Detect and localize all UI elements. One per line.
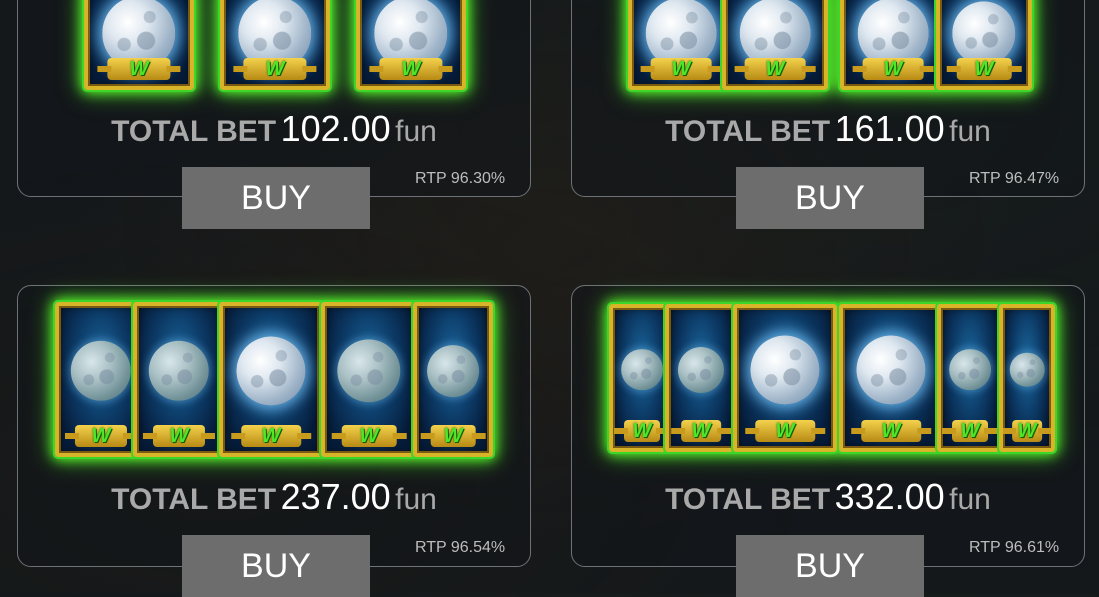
total-bet-label: TOTAL BET <box>665 483 831 516</box>
reel-strip-1: W W W <box>82 0 468 92</box>
currency-unit: fun <box>949 115 991 148</box>
moon-wild-icon: W <box>411 300 495 459</box>
reel-strip-4: W W W W W W <box>607 302 1057 454</box>
moon-wild-icon: W <box>319 300 419 459</box>
moon-wild-icon: W <box>82 0 196 92</box>
rtp-label-3: RTP 96.54% <box>415 539 506 556</box>
moon-wild-icon: W <box>354 0 468 92</box>
moon-wild-icon: W <box>626 0 736 92</box>
moon-wild-icon: W <box>935 302 1005 454</box>
total-bet-label: TOTAL BET <box>111 483 277 516</box>
total-bet-line: TOTAL BET 161.00 fun <box>571 108 1085 150</box>
total-bet-label: TOTAL BET <box>665 115 831 148</box>
total-bet-amount: 102.00 <box>280 108 391 149</box>
moon-wild-icon: W <box>838 0 948 92</box>
total-bet-amount: 332.00 <box>834 476 945 517</box>
currency-unit: fun <box>949 483 991 516</box>
buy-button-2[interactable]: BUY <box>736 167 924 229</box>
moon-wild-icon: W <box>934 0 1034 92</box>
total-bet-amount: 161.00 <box>834 108 945 149</box>
buy-button-3[interactable]: BUY <box>182 535 370 597</box>
moon-wild-icon: W <box>218 0 332 92</box>
buy-button-1[interactable]: BUY <box>182 167 370 229</box>
total-bet-line: TOTAL BET 237.00 fun <box>17 476 531 518</box>
total-bet-label: TOTAL BET <box>111 115 277 148</box>
rtp-label-1: RTP 96.30% <box>415 170 506 187</box>
moon-wild-icon: W <box>731 302 839 454</box>
reel-strip-3: W W W W W <box>53 300 495 459</box>
moon-wild-icon: W <box>997 302 1057 454</box>
moon-wild-icon: W <box>663 302 739 454</box>
moon-wild-icon: W <box>217 300 325 459</box>
moon-wild-icon: W <box>837 302 945 454</box>
currency-unit: fun <box>395 483 437 516</box>
rtp-label-2: RTP 96.47% <box>969 170 1060 187</box>
buy-button-4[interactable]: BUY <box>736 535 924 597</box>
total-bet-line: TOTAL BET 332.00 fun <box>571 476 1085 518</box>
moon-wild-icon: W <box>131 300 227 459</box>
currency-unit: fun <box>395 115 437 148</box>
rtp-label-4: RTP 96.61% <box>969 539 1060 556</box>
total-bet-amount: 237.00 <box>280 476 391 517</box>
moon-wild-icon: W <box>720 0 830 92</box>
total-bet-line: TOTAL BET 102.00 fun <box>17 108 531 150</box>
reel-strip-2: W W W W <box>626 0 1034 92</box>
